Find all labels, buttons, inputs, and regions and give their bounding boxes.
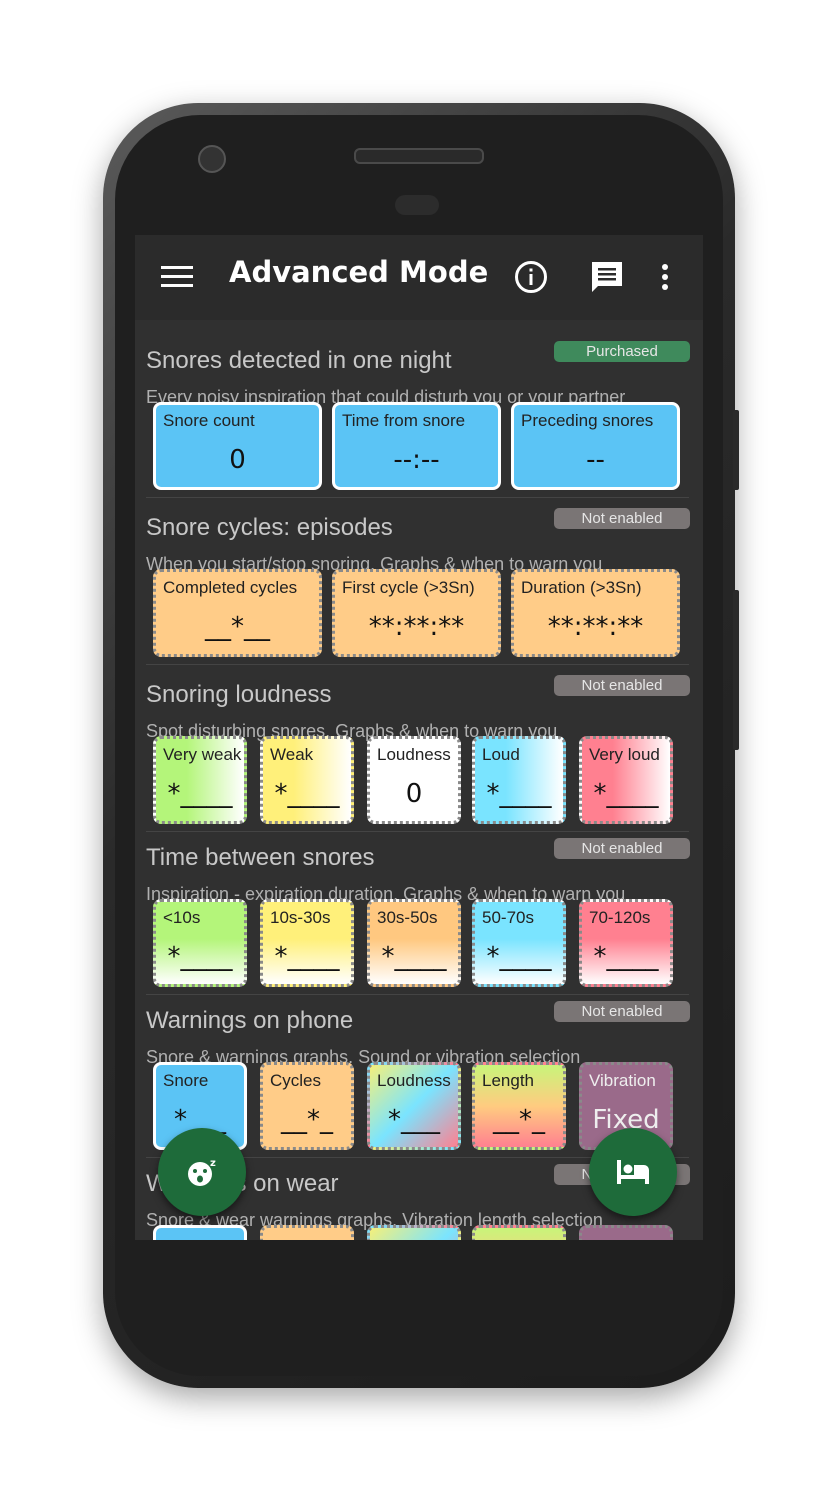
tile-value: *____ [167,779,233,809]
tile-value: **:**:** [368,612,465,642]
page-title: Advanced Mode [229,255,489,289]
tile-cycles[interactable]: Cycles __*_ [260,1062,354,1150]
tile-value: *____ [167,942,233,972]
section-title: Snoring loudness [146,681,332,708]
tile-very-weak[interactable]: Very weak *____ [153,736,247,824]
tile-value: __*__ [205,612,270,642]
tile-hidden[interactable] [472,1225,566,1240]
status-badge[interactable]: Not enabled [554,675,690,696]
app-bar: Advanced Mode [135,235,703,320]
status-badge[interactable]: Not enabled [554,1001,690,1022]
tile-value: **:**:** [547,612,644,642]
tile-value: *____ [486,942,552,972]
info-icon[interactable] [511,257,551,297]
tile-label: Length [482,1071,534,1090]
tile-very-loud[interactable]: Very loud *____ [579,736,673,824]
tile-value: *____ [381,942,447,972]
divider [146,664,689,665]
status-badge[interactable]: Purchased [554,341,690,362]
tile-hidden[interactable] [367,1225,461,1240]
tile-snore-count[interactable]: Snore count 0 [153,402,322,490]
tile-70-120s[interactable]: 70-120s *____ [579,899,673,987]
tile-50-70s[interactable]: 50-70s *____ [472,899,566,987]
tile-value: __*_ [281,1105,333,1135]
tile-value: *____ [274,779,340,809]
section-title: Snore cycles: episodes [146,514,393,541]
front-camera [198,145,226,173]
tile-label: Preceding snores [521,411,654,430]
tile-label: Time from snore [342,411,466,430]
menu-icon[interactable] [157,257,197,297]
tile-label: Very weak [163,745,242,764]
tile-label: Snore [163,1071,209,1090]
tile-value: --:-- [393,445,440,475]
tile-first-cycle-3sn-[interactable]: First cycle (>3Sn) **:**:** [332,569,501,657]
tile-hidden[interactable] [260,1225,354,1240]
tile-label: 10s-30s [270,908,331,927]
tile-duration-3sn-[interactable]: Duration (>3Sn) **:**:** [511,569,680,657]
tile-value: *____ [593,942,659,972]
tile-loud[interactable]: Loud *____ [472,736,566,824]
tile-label: 50-70s [482,908,534,927]
tile-value: 0 [229,445,246,475]
tile-time-from-snore[interactable]: Time from snore --:-- [332,402,501,490]
divider [146,497,689,498]
section-snores-detected-in-one-night: Snores detected in one night Purchased Eve… [135,335,703,498]
power-button [733,410,739,490]
tile-value: *____ [274,942,340,972]
phone-bezel-bottom [135,1240,703,1310]
tile-value: 0 [405,779,423,809]
tile-label: Very loud [589,745,660,764]
tile-label: 30s-50s [377,908,438,927]
tile-label: Duration (>3Sn) [521,578,642,597]
tile-value: *____ [593,779,659,809]
tile-length[interactable]: Length __*_ [472,1062,566,1150]
tile-loudness[interactable]: Loudness *___ [367,1062,461,1150]
svg-text:z: z [210,1158,216,1169]
section-title: Time between snores [146,844,375,871]
sleeping-face-icon[interactable]: z [158,1128,246,1216]
proximity-sensor [395,195,439,215]
tile-label: Snore count [163,411,255,430]
earpiece-speaker [354,148,484,164]
tile-30s-50s[interactable]: 30s-50s *____ [367,899,461,987]
tile-value: *___ [388,1105,440,1135]
bed-icon[interactable] [589,1128,677,1216]
tile-label: First cycle (>3Sn) [342,578,475,597]
tile-label: <10s [163,908,201,927]
section-snore-cycles-episodes: Snore cycles: episodes Not enabled When yo… [135,502,703,665]
section-title: Snores detected in one night [146,347,452,374]
status-badge[interactable]: Not enabled [554,508,690,529]
tile--10s[interactable]: <10s *____ [153,899,247,987]
tile-loudness[interactable]: Loudness 0 [367,736,461,824]
status-badge[interactable]: Not enabled [554,838,690,859]
tile-hidden[interactable] [153,1225,247,1240]
tile-completed-cycles[interactable]: Completed cycles __*__ [153,569,322,657]
more-vert-icon[interactable] [645,257,685,297]
tile-value: __*_ [493,1105,545,1135]
tile-label: Completed cycles [163,578,298,597]
tile-weak[interactable]: Weak *____ [260,736,354,824]
volume-button [733,590,739,750]
tile-preceding-snores[interactable]: Preceding snores -- [511,402,680,490]
tile-label: 70-120s [589,908,651,927]
tile-10s-30s[interactable]: 10s-30s *____ [260,899,354,987]
content-list[interactable]: Snores detected in one night Purchased Eve… [135,320,703,1240]
tile-hidden[interactable] [579,1225,673,1240]
chat-icon[interactable] [587,257,627,297]
tile-label: Vibration [589,1071,656,1090]
tile-value: -- [586,445,605,475]
tile-value: *____ [486,779,552,809]
tile-label: Loudness [377,1071,451,1090]
tile-label: Loudness [377,745,451,764]
section-title: Warnings on phone [146,1007,354,1034]
tile-label: Loud [482,745,520,764]
tile-label: Weak [270,745,314,764]
tile-label: Cycles [270,1071,322,1090]
section-snoring-loudness: Snoring loudness Not enabled Spot disturbi… [135,669,703,832]
section-time-between-snores: Time between snores Not enabled Inspiratio… [135,832,703,995]
